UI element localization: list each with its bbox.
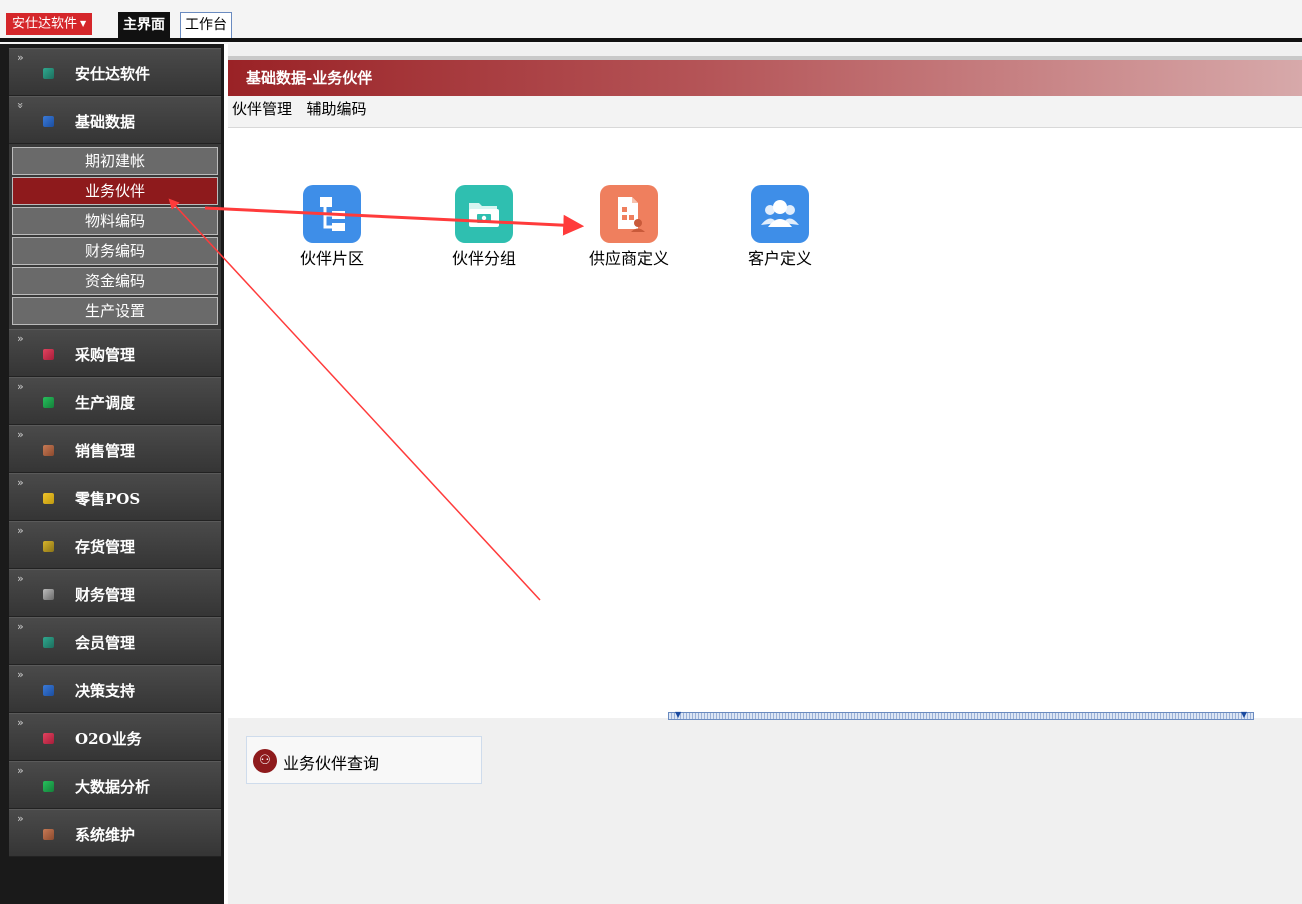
panel-splitter[interactable]: ▼ ▼ xyxy=(668,710,1254,720)
module-icon xyxy=(43,397,54,408)
caret-down-icon: ▼ xyxy=(80,19,87,28)
module-icon xyxy=(43,116,54,127)
sidebar: » 安仕达软件 » 基础数据 期初建帐 业务伙伴 物料编码 财务编码 资金编码 … xyxy=(0,44,224,904)
top-bar-divider xyxy=(0,38,1302,42)
chevron-right-icon: » xyxy=(17,332,24,345)
partner-query-label: 业务伙伴查询 xyxy=(283,754,380,773)
sidebar-item-sales[interactable]: » 销售管理 xyxy=(9,425,221,473)
app-label: 客户定义 xyxy=(747,249,812,268)
sidebar-item-system-maintenance[interactable]: » 系统维护 xyxy=(9,809,221,857)
sidebar-item-label: 大数据分析 xyxy=(75,778,151,796)
menu-item-auxiliary-code[interactable]: 辅助编码 xyxy=(306,100,366,118)
sidebar-item-label: 会员管理 xyxy=(75,634,136,652)
module-icon xyxy=(43,349,54,360)
submenu-item-fund-code[interactable]: 资金编码 xyxy=(12,267,218,295)
chevron-down-icon: » xyxy=(13,102,27,109)
sidebar-item-label: 采购管理 xyxy=(75,346,136,364)
content-menu-bar: 伙伴管理 辅助编码 xyxy=(228,96,1302,128)
sidebar-item-o2o[interactable]: » O2O业务 xyxy=(9,713,221,761)
sidebar-item-label: 零售POS xyxy=(75,490,141,508)
supplier-icon xyxy=(600,185,658,243)
app-partner-group[interactable]: 伙伴分组 xyxy=(434,185,534,269)
folder-icon xyxy=(455,185,513,243)
sidebar-item-production[interactable]: » 生产调度 xyxy=(9,377,221,425)
chevron-right-icon: » xyxy=(17,380,24,393)
module-icon xyxy=(43,493,54,504)
app-partner-area[interactable]: 伙伴片区 xyxy=(282,185,382,269)
tab-main[interactable]: 主界面 xyxy=(118,12,170,38)
app-label: 伙伴分组 xyxy=(451,249,516,268)
sidebar-item-finance[interactable]: » 财务管理 xyxy=(9,569,221,617)
chevron-right-icon: » xyxy=(17,668,24,681)
sidebar-item-purchasing[interactable]: » 采购管理 xyxy=(9,329,221,377)
splitter-arrow-down-icon: ▼ xyxy=(1240,710,1247,719)
sidebar-item-anshida[interactable]: » 安仕达软件 xyxy=(9,48,221,96)
module-icon xyxy=(43,685,54,696)
sidebar-item-retail-pos[interactable]: » 零售POS xyxy=(9,473,221,521)
sidebar-item-label: 安仕达软件 xyxy=(75,65,151,83)
app-label: 供应商定义 xyxy=(588,249,669,268)
app-customer-definition[interactable]: 客户定义 xyxy=(730,185,830,269)
sidebar-item-inventory[interactable]: » 存货管理 xyxy=(9,521,221,569)
chevron-right-icon: » xyxy=(17,764,24,777)
brand-menu-button[interactable]: 安仕达软件 ▼ xyxy=(6,13,93,35)
module-icon xyxy=(43,445,54,456)
splitter-arrow-down-icon: ▼ xyxy=(675,710,682,719)
sidebar-menu: » 安仕达软件 » 基础数据 期初建帐 业务伙伴 物料编码 财务编码 资金编码 … xyxy=(9,48,221,857)
partner-query-shortcut[interactable]: ⚇ 业务伙伴查询 xyxy=(246,736,482,784)
submenu-item-business-partner[interactable]: 业务伙伴 xyxy=(12,177,218,205)
sidebar-item-members[interactable]: » 会员管理 xyxy=(9,617,221,665)
sidebar-item-label: 决策支持 xyxy=(75,682,136,700)
sidebar-item-basic-data[interactable]: » 基础数据 xyxy=(9,96,221,144)
chevron-right-icon: » xyxy=(17,620,24,633)
app-label: 伙伴片区 xyxy=(299,249,364,268)
user-search-icon: ⚇ xyxy=(253,749,277,773)
sidebar-item-label: 系统维护 xyxy=(75,826,136,844)
customers-icon xyxy=(751,185,809,243)
chevron-right-icon: » xyxy=(17,812,24,825)
submenu-item-production-settings[interactable]: 生产设置 xyxy=(12,297,218,325)
submenu-item-material-code[interactable]: 物料编码 xyxy=(12,207,218,235)
menu-item-partner-management[interactable]: 伙伴管理 xyxy=(232,100,292,118)
chevron-right-icon: » xyxy=(17,716,24,729)
hierarchy-icon xyxy=(303,185,361,243)
sidebar-item-decision-support[interactable]: » 决策支持 xyxy=(9,665,221,713)
app-supplier-definition[interactable]: 供应商定义 xyxy=(579,185,679,269)
sidebar-item-label: 销售管理 xyxy=(75,442,136,460)
page-title: 基础数据-业务伙伴 xyxy=(246,69,373,87)
main-panel: 基础数据-业务伙伴 伙伴管理 辅助编码 伙伴片区 伙伴分组 供应商定义 客户定义… xyxy=(228,44,1302,904)
chevron-right-icon: » xyxy=(17,524,24,537)
tab-workbench[interactable]: 工作台 xyxy=(180,12,232,38)
sidebar-item-label: 财务管理 xyxy=(75,586,136,604)
chevron-right-icon: » xyxy=(17,572,24,585)
module-icon xyxy=(43,829,54,840)
chevron-right-icon: » xyxy=(17,476,24,489)
chevron-right-icon: » xyxy=(17,428,24,441)
sidebar-item-label: 基础数据 xyxy=(75,113,136,131)
page-title-bar: 基础数据-业务伙伴 xyxy=(228,56,1302,96)
sidebar-item-label: 存货管理 xyxy=(75,538,136,556)
sidebar-item-label: 生产调度 xyxy=(75,394,136,412)
chevron-right-icon: » xyxy=(17,51,24,64)
app-canvas: 伙伴片区 伙伴分组 供应商定义 客户定义 xyxy=(228,128,1302,718)
submenu-basic-data: 期初建帐 业务伙伴 物料编码 财务编码 资金编码 生产设置 xyxy=(9,144,221,329)
module-icon xyxy=(43,68,54,79)
module-icon xyxy=(43,781,54,792)
module-icon xyxy=(43,733,54,744)
submenu-item-opening-accounts[interactable]: 期初建帐 xyxy=(12,147,218,175)
module-icon xyxy=(43,637,54,648)
title-strip xyxy=(228,56,1302,60)
module-icon xyxy=(43,589,54,600)
top-bar: 安仕达软件 ▼ 主界面 工作台 xyxy=(0,0,1302,44)
sidebar-item-big-data[interactable]: » 大数据分析 xyxy=(9,761,221,809)
module-icon xyxy=(43,541,54,552)
submenu-item-finance-code[interactable]: 财务编码 xyxy=(12,237,218,265)
sidebar-item-label: O2O业务 xyxy=(75,730,142,748)
brand-label: 安仕达软件 xyxy=(12,16,78,32)
